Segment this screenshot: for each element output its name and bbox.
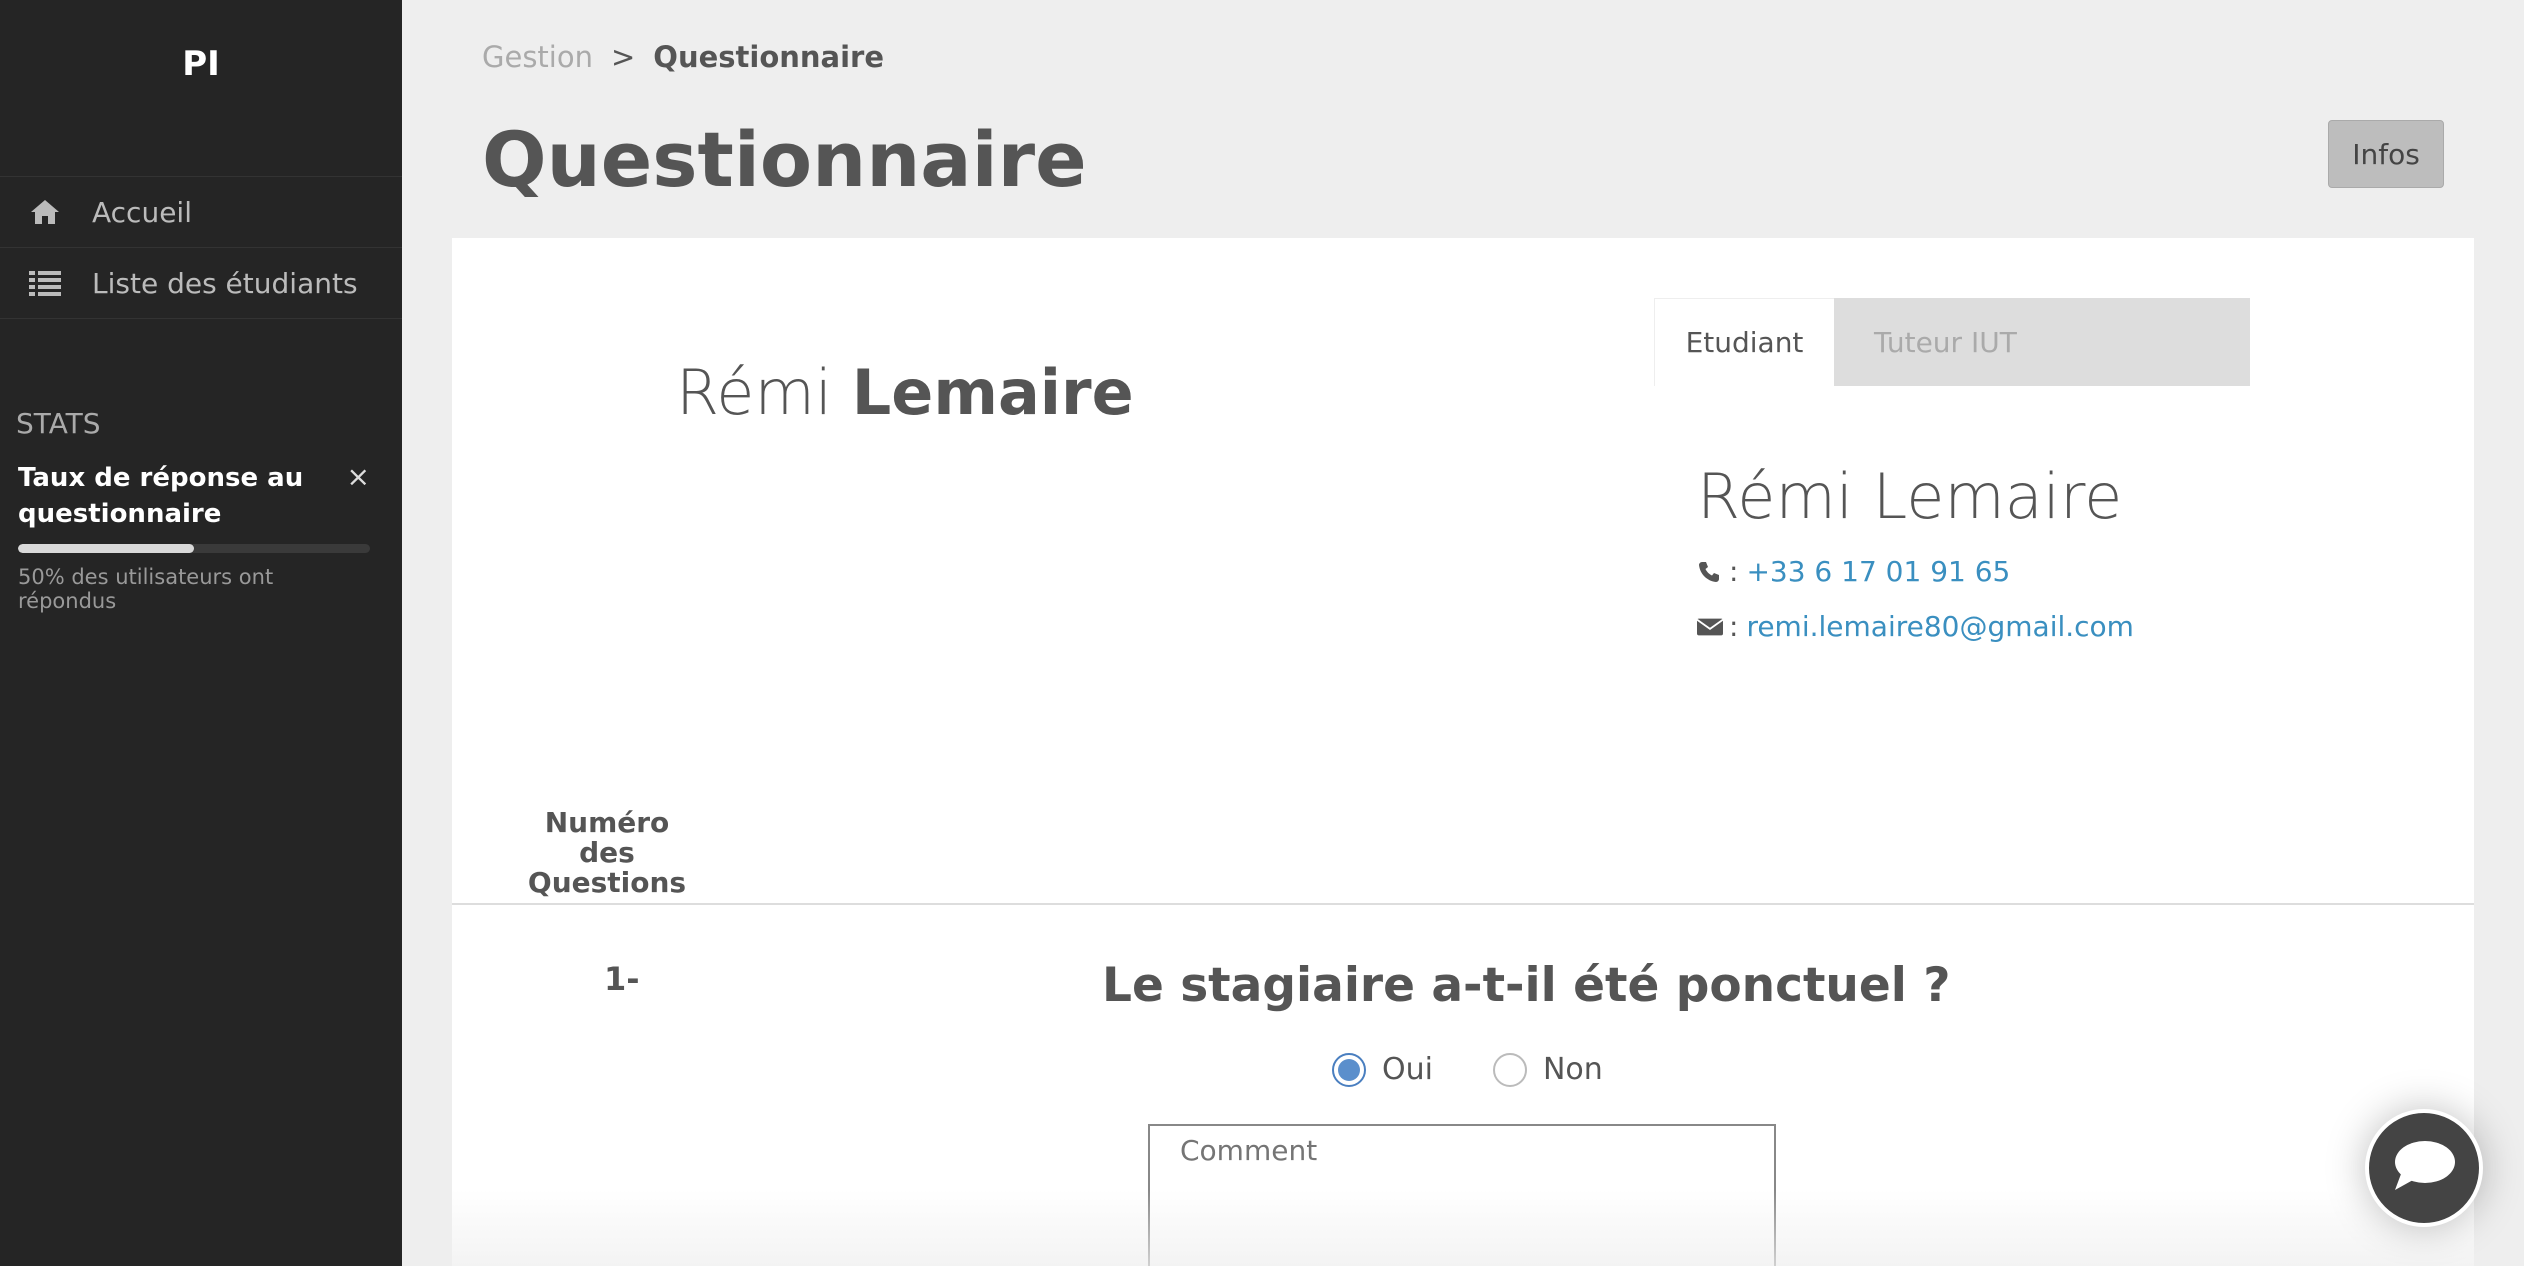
envelope-icon (1697, 614, 1723, 640)
breadcrumb-current: Questionnaire (653, 40, 885, 74)
email-prefix: : (1729, 610, 1739, 643)
email-link[interactable]: remi.lemaire80@gmail.com (1746, 610, 2134, 643)
question-number-header: Numéro des Questions (527, 806, 687, 899)
phone-icon (1697, 559, 1723, 585)
infos-button[interactable]: Infos (2328, 120, 2444, 188)
contact-phone: : +33 6 17 01 91 65 (1697, 555, 2134, 588)
phone-prefix: : (1729, 555, 1739, 588)
stat-card: Taux de réponse au questionnaire × 50% d… (18, 460, 370, 613)
stat-subtext: 50% des utilisateurs ont répondus (18, 565, 274, 613)
chat-button[interactable] (2365, 1109, 2483, 1227)
radio-label-oui: Oui (1382, 1052, 1433, 1087)
stats-title: STATS (16, 407, 101, 440)
response-progress-bar (18, 544, 370, 553)
sidebar-item-label: Accueil (92, 195, 192, 229)
divider (452, 903, 2474, 905)
question-text: Le stagiaire a-t-il été ponctuel ? (1102, 958, 1951, 1013)
profile-tabs: Etudiant Tuteur IUT (1654, 298, 2250, 386)
questionnaire-panel: Rémi Lemaire Etudiant Tuteur IUT Rémi Le… (452, 238, 2474, 1266)
radio-label-non: Non (1542, 1052, 1603, 1087)
home-icon (28, 197, 62, 227)
sidebar-item-liste-etudiants[interactable]: Liste des étudiants (0, 248, 402, 319)
chat-bubble-icon (2391, 1138, 2457, 1198)
contact-name: Rémi Lemaire (1697, 460, 2123, 533)
breadcrumb-separator: > (610, 40, 636, 74)
sidebar: PI Accueil Liste des étudiants STATS Tau… (0, 0, 402, 1266)
phone-link[interactable]: +33 6 17 01 91 65 (1746, 555, 2010, 588)
answer-radio-group: Oui Non (1332, 1052, 1663, 1087)
close-icon[interactable]: × (347, 460, 370, 493)
stat-label: Taux de réponse au questionnaire (18, 463, 304, 529)
contact-email: : remi.lemaire80@gmail.com (1697, 610, 2134, 643)
contact-card: Rémi Lemaire : +33 6 17 01 91 65 : remi.… (1697, 460, 2134, 643)
tab-etudiant[interactable]: Etudiant (1654, 298, 1834, 386)
progress-fill (18, 544, 194, 553)
first-name: Rémi (676, 356, 833, 429)
comment-field[interactable] (1148, 1124, 1776, 1266)
brand-logo[interactable]: PI (0, 0, 402, 177)
list-icon (28, 268, 62, 298)
sidebar-item-label: Liste des étudiants (92, 266, 358, 300)
breadcrumb: Gestion > Questionnaire (482, 40, 884, 74)
question-number: 1- (604, 960, 640, 998)
sidebar-item-accueil[interactable]: Accueil (0, 177, 402, 248)
breadcrumb-link-gestion[interactable]: Gestion (482, 40, 593, 74)
student-name-heading: Rémi Lemaire (676, 356, 1134, 429)
tab-tuteur-iut[interactable]: Tuteur IUT (1834, 298, 2250, 386)
radio-non[interactable] (1492, 1052, 1527, 1087)
last-name: Lemaire (851, 356, 1134, 429)
radio-oui[interactable] (1332, 1052, 1366, 1087)
page-title: Questionnaire (482, 115, 1087, 204)
